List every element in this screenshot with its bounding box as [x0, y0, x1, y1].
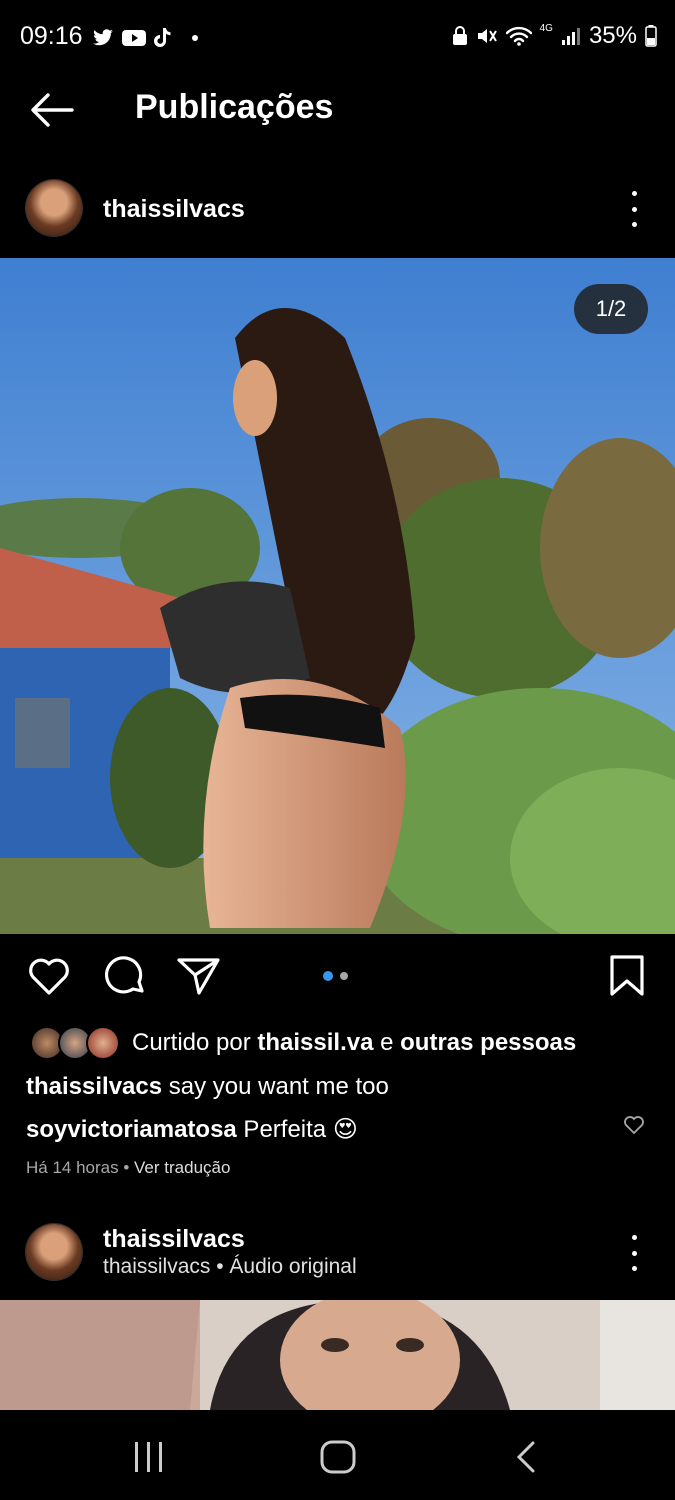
- network-type: 4G: [539, 22, 553, 34]
- battery-percent: 35%: [588, 22, 637, 49]
- next-post-username[interactable]: thaissilvacs: [103, 1225, 245, 1254]
- likes-prefix: Curtido por: [132, 1029, 258, 1056]
- post-photo: [0, 258, 675, 934]
- comment-icon[interactable]: [102, 955, 148, 999]
- comment: soyvictoriamatosa Perfeita 😍: [26, 1115, 358, 1144]
- post-header: [26, 180, 82, 236]
- page-title: Publicações: [135, 88, 334, 126]
- next-post-audio[interactable]: thaissilvacs • Áudio original: [103, 1255, 357, 1279]
- back-arrow-icon[interactable]: [28, 90, 76, 130]
- meta-separator: •: [118, 1158, 135, 1177]
- image-counter: 1/2: [595, 296, 627, 321]
- status-bar: 09:16 4G 35%: [0, 0, 675, 78]
- notification-icons: [92, 28, 198, 48]
- caption-text: say you want me too: [162, 1073, 389, 1100]
- tiktok-icon: [154, 28, 171, 47]
- post-actions: [0, 950, 675, 1006]
- likes-others[interactable]: outras pessoas: [400, 1029, 576, 1056]
- youtube-icon: [122, 30, 146, 46]
- status-indicators: 4G 35%: [452, 22, 657, 50]
- lock-icon: [452, 26, 467, 45]
- comment-username[interactable]: soyvictoriamatosa: [26, 1116, 237, 1143]
- caption: thaissilvacs say you want me too: [26, 1073, 389, 1101]
- carousel-dot-active: [323, 971, 333, 981]
- top-app-bar: Publicações: [0, 78, 675, 142]
- wifi-icon: [505, 26, 532, 46]
- battery-icon: [645, 25, 657, 47]
- more-icon[interactable]: [627, 191, 641, 227]
- avatar[interactable]: [26, 1224, 82, 1280]
- avatar: [86, 1026, 120, 1060]
- next-post-image[interactable]: [0, 1300, 675, 1410]
- liker-username[interactable]: thaissil.va: [257, 1029, 373, 1056]
- comment-like-icon[interactable]: [623, 1115, 645, 1135]
- carousel-dot: [340, 972, 348, 980]
- bookmark-icon[interactable]: [607, 954, 647, 998]
- recent-apps-icon[interactable]: [133, 1442, 165, 1472]
- timestamp: Há 14 horas: [26, 1158, 119, 1177]
- post-username[interactable]: thaissilvacs: [103, 195, 245, 224]
- caption-username[interactable]: thaissilvacs: [26, 1073, 162, 1100]
- more-icon[interactable]: [627, 1235, 641, 1271]
- likes-summary[interactable]: Curtido por thaissil.va e outras pessoas: [132, 1029, 576, 1057]
- post-meta: Há 14 horas • Ver tradução: [26, 1158, 230, 1178]
- system-nav-bar: [0, 1410, 675, 1500]
- back-nav-icon[interactable]: [514, 1440, 538, 1474]
- more-notifications-dot: [192, 35, 198, 41]
- share-icon[interactable]: [176, 956, 222, 996]
- status-time: 09:16: [20, 22, 83, 50]
- next-post-photo: [0, 1300, 675, 1410]
- next-post-header: [26, 1224, 82, 1280]
- signal-icon: [561, 28, 580, 45]
- comment-text: Perfeita 😍: [236, 1116, 358, 1143]
- liker-avatars[interactable]: [30, 1026, 120, 1060]
- post-image[interactable]: 1/2: [0, 258, 675, 934]
- avatar[interactable]: [26, 180, 82, 236]
- twitter-icon: [93, 29, 113, 46]
- image-counter-badge: 1/2: [574, 284, 648, 334]
- home-icon[interactable]: [320, 1440, 356, 1474]
- mute-icon: [477, 29, 497, 43]
- heart-icon[interactable]: [27, 956, 71, 996]
- likes-joiner: e: [373, 1029, 401, 1056]
- translate-link[interactable]: Ver tradução: [134, 1158, 230, 1177]
